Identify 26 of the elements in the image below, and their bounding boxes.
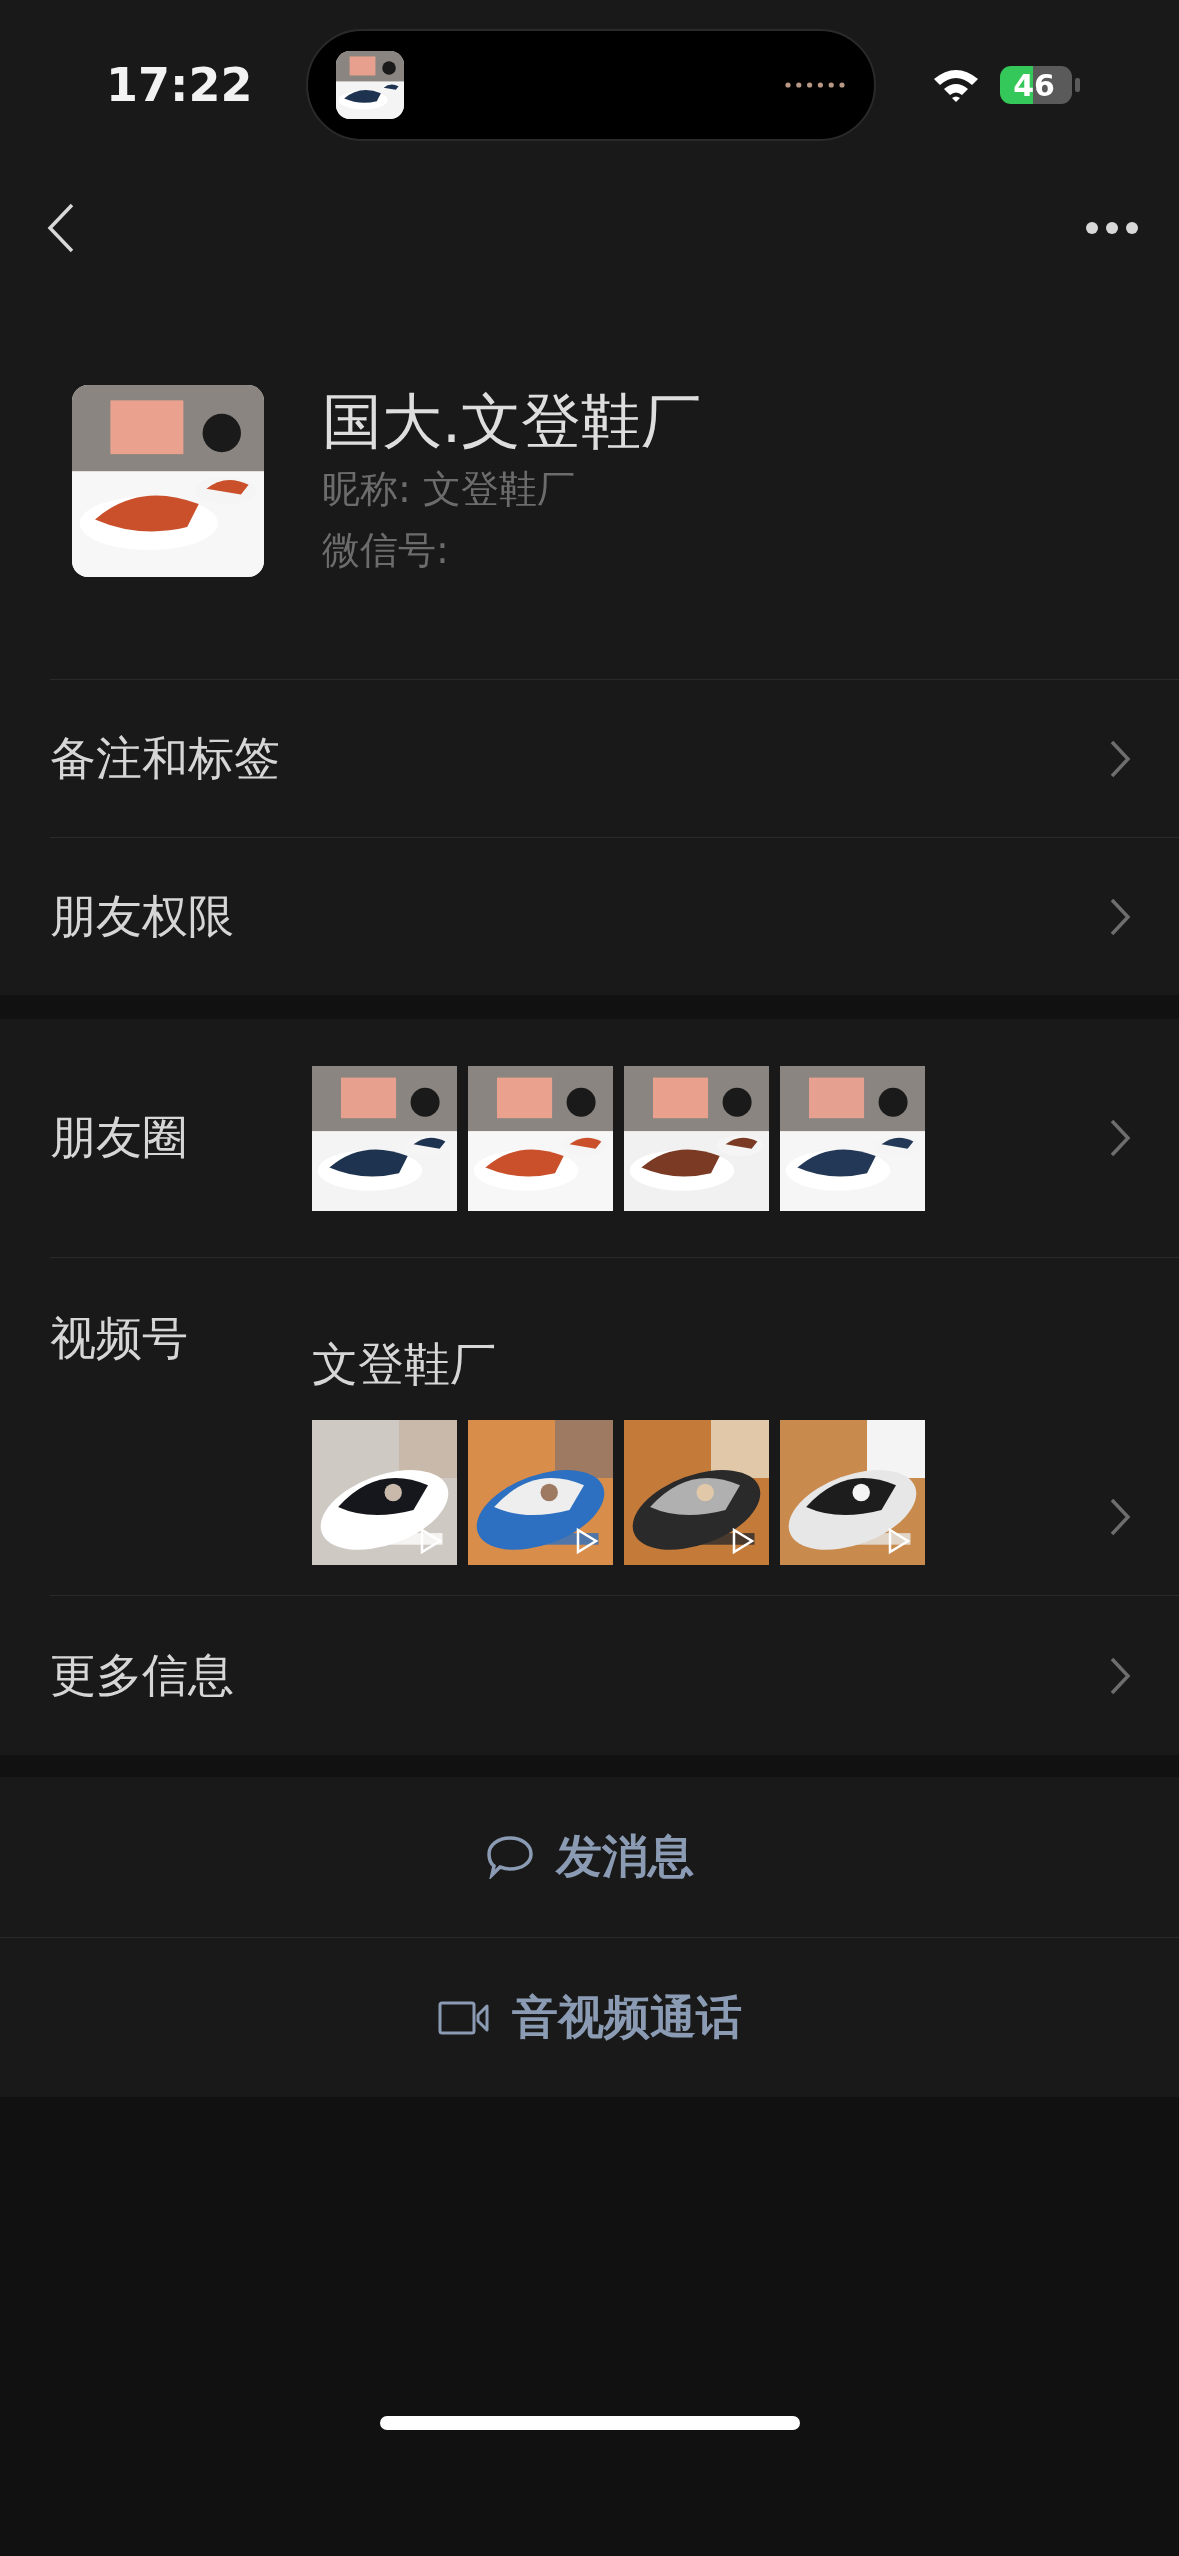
status-time: 17:22 xyxy=(106,58,254,112)
play-icon xyxy=(575,1526,599,1555)
play-icon xyxy=(731,1526,755,1555)
chat-bubble-icon xyxy=(485,1835,534,1879)
channel-name: 文登鞋厂 xyxy=(312,1335,497,1393)
message-button[interactable]: 发消息 xyxy=(0,1777,1179,1937)
chevron-right-icon xyxy=(1109,738,1131,779)
wechat-id-label: 微信号: xyxy=(322,527,450,574)
nickname: 昵称: 文登鞋厂 xyxy=(322,466,576,513)
wifi-icon xyxy=(932,67,980,103)
video-camera-icon xyxy=(437,2000,490,2035)
channels-row[interactable]: 视频号 文登鞋厂 xyxy=(50,1257,1179,1595)
chevron-right-icon xyxy=(1109,1118,1131,1158)
moments-row[interactable]: 朋友圈 xyxy=(0,1019,1179,1257)
menu-row[interactable]: 备注和标签 xyxy=(50,679,1179,837)
chevron-right-icon xyxy=(1109,1655,1131,1696)
profile-name: 国大.文登鞋厂 xyxy=(322,385,702,457)
play-icon xyxy=(419,1526,443,1555)
call-button[interactable]: 音视频通话 xyxy=(0,1937,1179,2097)
back-icon[interactable] xyxy=(46,201,76,254)
play-icon xyxy=(887,1526,911,1555)
chevron-right-icon xyxy=(1109,896,1131,937)
more-icon[interactable] xyxy=(1085,220,1139,235)
chevron-right-icon xyxy=(1109,1497,1131,1537)
dots-icon xyxy=(784,81,846,89)
battery-tip-icon xyxy=(1075,78,1080,92)
